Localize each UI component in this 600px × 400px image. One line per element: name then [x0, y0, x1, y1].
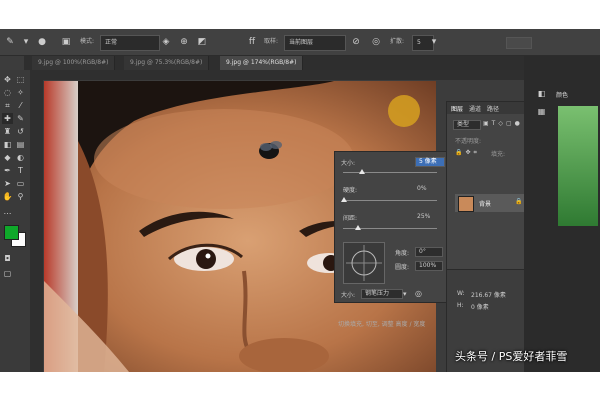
toggle-brush-panel-icon[interactable]: ▣: [60, 36, 72, 48]
layer-thumbnail: [458, 196, 474, 212]
tab-paths[interactable]: 路径: [487, 104, 499, 113]
brush-spacing-slider-knob[interactable]: [355, 225, 361, 230]
brush-spacing-label: 间距:: [343, 215, 358, 222]
spread-dropdown-icon[interactable]: ▾: [428, 36, 440, 48]
brush-angle-crosshair-icon: [346, 245, 382, 281]
screen-mode-icon[interactable]: ▢: [2, 268, 13, 279]
tab-channels[interactable]: 通道: [469, 104, 481, 113]
quick-select-tool-icon[interactable]: ✧: [15, 87, 26, 98]
document-tabs: 9.jpg @ 100%(RGB/8#) 9.jpg @ 75.3%(RGB/8…: [24, 56, 524, 70]
workspace-button[interactable]: [506, 37, 532, 49]
layer-fill-label: 填充:: [491, 151, 506, 158]
sample-label: 取样:: [264, 38, 279, 45]
brush-hardness-slider[interactable]: [343, 200, 437, 201]
aligned-icon[interactable]: ff: [246, 36, 258, 48]
dropdown-arrow-icon[interactable]: ▾: [20, 36, 32, 48]
gradient-tool-icon[interactable]: ▤: [15, 139, 26, 150]
dodge-tool-icon[interactable]: ◐: [15, 152, 26, 163]
layers-panel: 图层 通道 路径 类型 ▣T◇▢● 不透明度: 🔒✥⌗ 填充: 背景 🔒: [446, 101, 528, 279]
brush-hardness-slider-knob[interactable]: [341, 197, 347, 202]
layer-kind-filter[interactable]: 类型: [453, 120, 481, 130]
transparent-icon[interactable]: ◩: [196, 36, 208, 48]
quick-mask-icon[interactable]: ◘: [2, 253, 13, 264]
pressure-icon[interactable]: ◎: [370, 36, 382, 48]
info-width-label: W:: [457, 290, 465, 297]
brush-tool-icon[interactable]: ✎: [15, 113, 26, 124]
lasso-tool-icon[interactable]: ◌: [2, 87, 13, 98]
layer-filter-icons[interactable]: ▣T◇▢●: [483, 120, 523, 127]
brush-angle-value[interactable]: 0°: [415, 247, 443, 257]
mode-select[interactable]: 正常: [100, 35, 160, 51]
ignore-adjustment-icon[interactable]: ⊘: [350, 36, 362, 48]
brush-size-value[interactable]: 5 像素: [415, 157, 445, 167]
brush-size-label: 大小:: [341, 160, 356, 167]
color-picker-field[interactable]: [558, 106, 598, 226]
status-hint-text: 切换填充, 切至, 调整 高度 / 宽度: [338, 321, 426, 328]
info-height-label: H:: [457, 302, 464, 309]
tab-document-2[interactable]: 9.jpg @ 75.3%(RGB/8#): [124, 56, 210, 70]
brush-angle-label: 角度:: [395, 250, 410, 257]
pressure-toggle-icon[interactable]: ◎: [415, 289, 422, 298]
tab-color[interactable]: 颜色: [556, 90, 568, 99]
brush-preset-icon[interactable]: ●: [36, 36, 48, 48]
watermark-text: 头条号 / PS爱好者菲雪: [455, 350, 568, 363]
pen-tool-icon[interactable]: ✒: [2, 165, 13, 176]
brush-spacing-value[interactable]: 25%: [417, 213, 430, 220]
clone-stamp-tool-icon[interactable]: ♜: [2, 126, 13, 137]
type-tool-icon[interactable]: T: [15, 165, 26, 176]
sample-select[interactable]: 当前图层: [284, 35, 346, 51]
options-bar: ✎ ▾ ● ▣ 模式: 正常 ◈ ⊕ ◩ ff 取样: 当前图层 ⊘ ◎ 扩散:…: [0, 29, 600, 56]
crop-tool-icon[interactable]: ⌗: [2, 100, 13, 111]
color-panel-icon[interactable]: ◧: [536, 88, 547, 99]
photoshop-window: ✎ ▾ ● ▣ 模式: 正常 ◈ ⊕ ◩ ff 取样: 当前图层 ⊘ ◎ 扩散:…: [0, 29, 600, 372]
healing-brush-icon[interactable]: ✎: [4, 36, 16, 48]
eraser-tool-icon[interactable]: ◧: [2, 139, 13, 150]
history-brush-tool-icon[interactable]: ↺: [15, 126, 26, 137]
layer-lock-icons[interactable]: 🔒✥⌗: [455, 149, 480, 157]
zoom-tool-icon[interactable]: ⚲: [15, 191, 26, 202]
brush-hardness-label: 硬度:: [343, 187, 358, 194]
mode-label: 模式:: [80, 38, 95, 45]
brush-roundness-value[interactable]: 100%: [415, 261, 443, 271]
info-height-value: 0 像素: [471, 304, 489, 311]
brush-roundness-label: 圆度:: [395, 264, 410, 271]
more-tools-icon[interactable]: …: [2, 206, 13, 217]
tab-layers[interactable]: 图层: [451, 104, 463, 113]
brush-preset-popup: 大小: 5 像素 硬度: 0% 间距: 25% 角度: 0° 圆度: 100% …: [334, 151, 448, 303]
layer-name[interactable]: 背景: [479, 199, 491, 208]
vertical-ruler: [30, 70, 43, 372]
right-dock: 颜色 ◧ ▦: [524, 56, 600, 372]
source-option-icon[interactable]: ◈: [160, 36, 172, 48]
brush-size-slider[interactable]: [343, 172, 437, 173]
move-tool-icon[interactable]: ✥: [2, 74, 13, 85]
target-option-icon[interactable]: ⊕: [178, 36, 190, 48]
blur-tool-icon[interactable]: ◆: [2, 152, 13, 163]
spot-healing-tool-icon[interactable]: ✚: [2, 113, 13, 124]
brush-pressure-label: 大小:: [341, 292, 356, 299]
tab-document-1[interactable]: 9.jpg @ 100%(RGB/8#): [32, 56, 116, 70]
path-select-tool-icon[interactable]: ➤: [2, 178, 13, 189]
brush-angle-preview[interactable]: [343, 242, 385, 284]
tab-document-3[interactable]: 9.jpg @ 174%(RGB/8#): [220, 56, 304, 70]
horizontal-ruler: [30, 70, 524, 80]
brush-pressure-select[interactable]: 钢笔压力: [361, 289, 403, 299]
toolbox: ✥ ⬚ ◌ ✧ ⌗ ⁄ ✚ ✎ ♜ ↺ ◧ ▤ ◆ ◐ ✒ T ➤ ▭ ✋ ⚲ …: [0, 70, 31, 372]
layer-row-background[interactable]: 背景 🔒: [455, 194, 525, 212]
layer-opacity-label: 不透明度:: [455, 138, 482, 145]
shape-tool-icon[interactable]: ▭: [15, 178, 26, 189]
foreground-color-swatch-front: [4, 225, 19, 240]
info-width-value: 216.67 像素: [471, 292, 506, 299]
marquee-tool-icon[interactable]: ⬚: [15, 74, 26, 85]
pressure-dropdown-icon[interactable]: ▾: [403, 290, 407, 298]
eyedropper-tool-icon[interactable]: ⁄: [15, 100, 26, 111]
brush-size-slider-knob[interactable]: [359, 169, 365, 174]
swatches-icon[interactable]: ▦: [536, 106, 547, 117]
brush-hardness-value[interactable]: 0%: [417, 185, 427, 192]
hand-tool-icon[interactable]: ✋: [2, 191, 13, 202]
spread-label: 扩散:: [390, 38, 405, 45]
layer-lock-icon: 🔒: [515, 198, 523, 205]
